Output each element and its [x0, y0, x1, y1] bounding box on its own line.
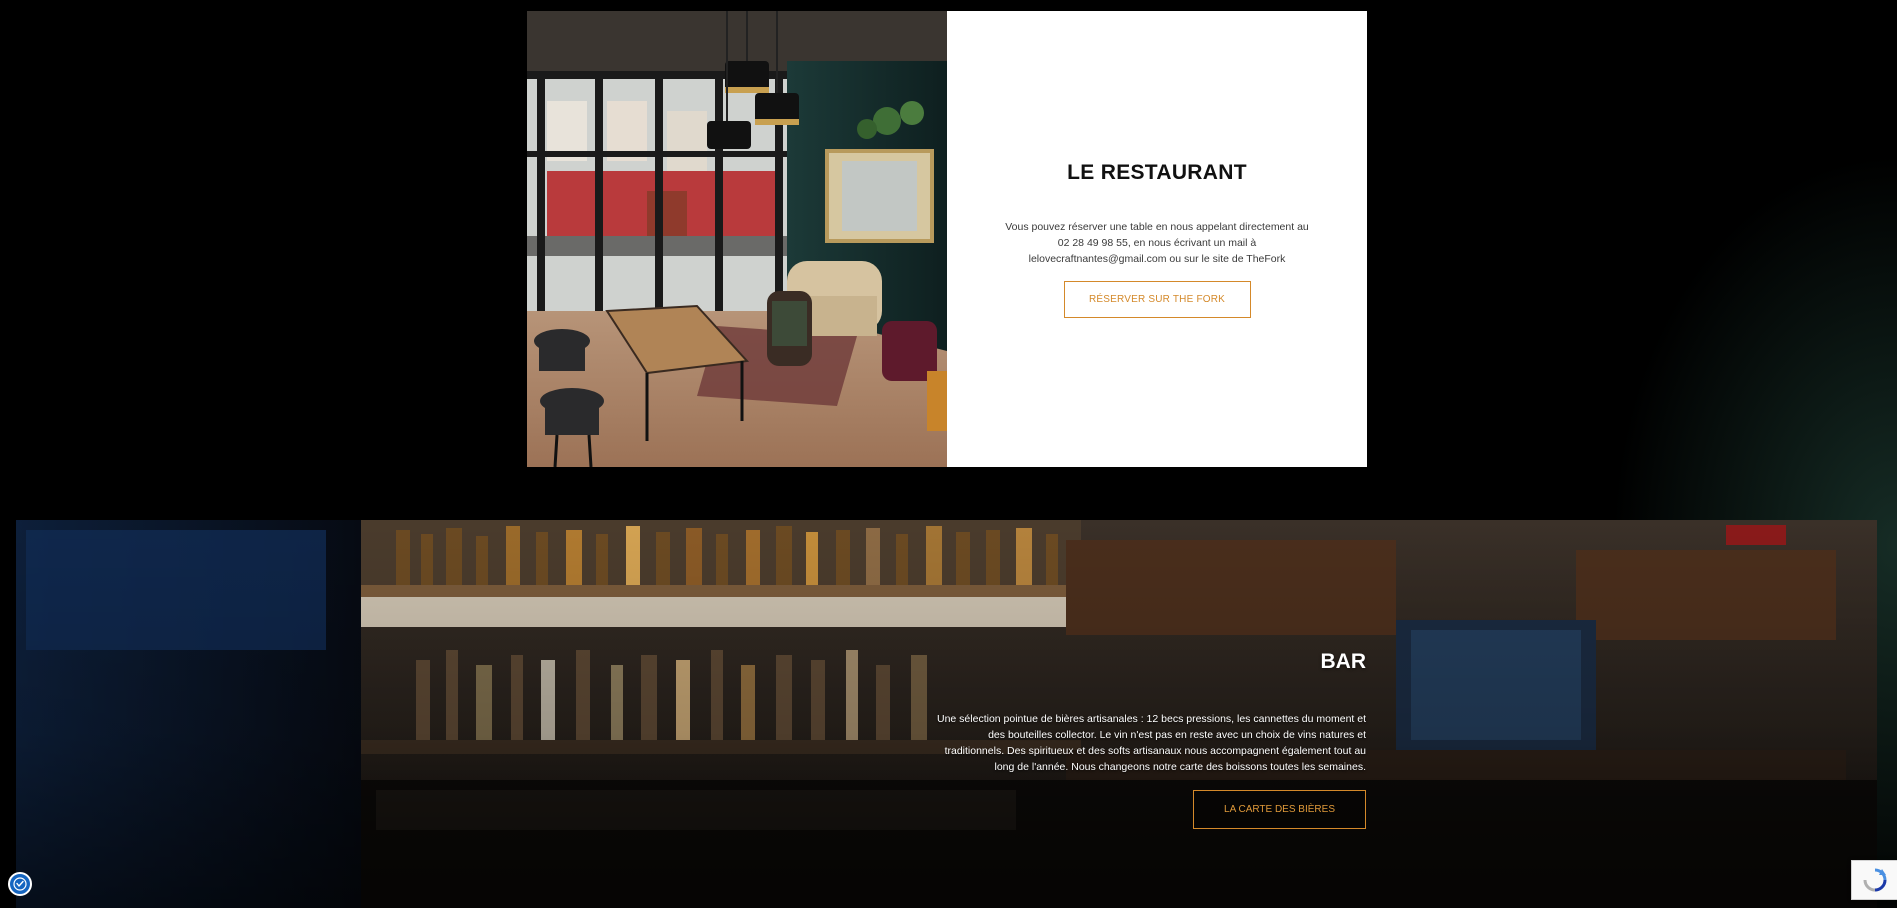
restaurant-description: Vous pouvez réserver une table en nous a…: [1005, 220, 1309, 265]
reserve-thefork-button[interactable]: RÉSERVER SUR THE FORK: [1063, 280, 1251, 318]
bar-info-panel: BAR Une sélection pointue de bières arti…: [926, 650, 1366, 829]
restaurant-info-panel: LE RESTAURANT Vous pouvez réserver une t…: [947, 11, 1367, 467]
accessibility-icon: [13, 877, 27, 891]
bar-title: BAR: [1320, 650, 1367, 673]
recaptcha-badge[interactable]: [1851, 860, 1897, 900]
page: LE RESTAURANT Vous pouvez réserver une t…: [0, 0, 1897, 908]
restaurant-photo-illustration: [527, 11, 947, 467]
bar-description: Une sélection pointue de bières artisana…: [937, 713, 1366, 773]
restaurant-section: LE RESTAURANT Vous pouvez réserver une t…: [527, 11, 1367, 467]
restaurant-title: LE RESTAURANT: [1067, 160, 1247, 184]
accessibility-button[interactable]: [8, 872, 32, 896]
restaurant-interior-photo: [527, 11, 947, 467]
bar-section: BAR Une sélection pointue de bières arti…: [16, 520, 1877, 908]
recaptcha-icon: [1863, 868, 1886, 892]
beer-menu-button[interactable]: LA CARTE DES BIÈRES: [1193, 790, 1366, 829]
